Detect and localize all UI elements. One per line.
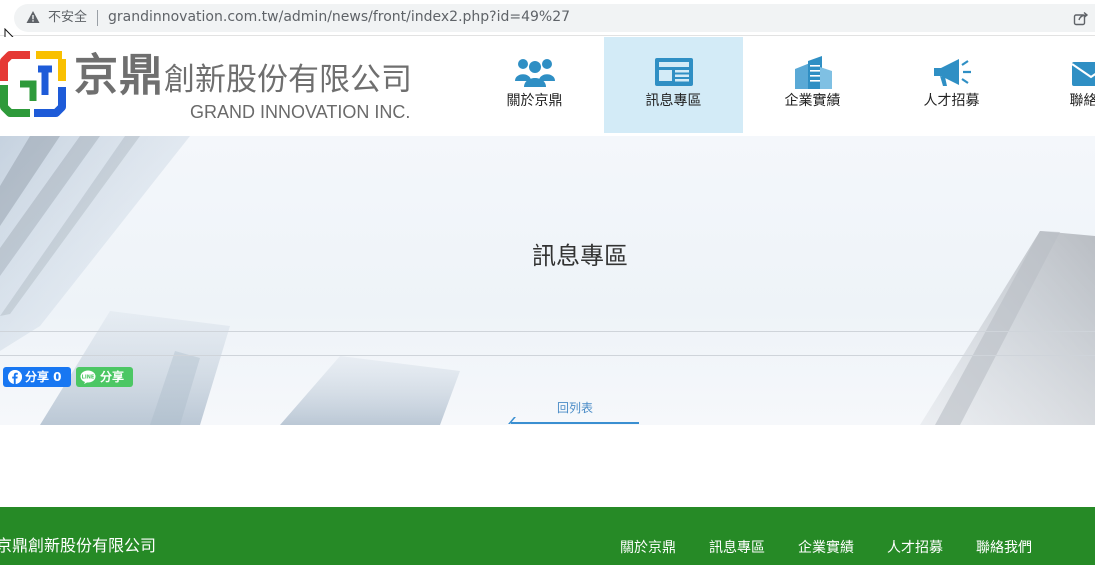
- mail-icon: [1071, 62, 1095, 86]
- company-name-rest: 創新股份有限公司: [164, 62, 412, 98]
- footer-link-news[interactable]: 訊息專區: [709, 539, 765, 557]
- city-background-image: [0, 136, 1095, 425]
- company-name-main: 京鼎: [74, 50, 164, 101]
- line-share-label: 分享: [100, 370, 125, 384]
- svg-text:LINE: LINE: [82, 375, 95, 381]
- share-icon[interactable]: [1073, 10, 1089, 26]
- nav-item-achievements[interactable]: 企業實績: [743, 37, 882, 133]
- facebook-share-button[interactable]: 分享 0: [3, 367, 71, 387]
- nav-label-contact: 聯絡我: [1069, 93, 1095, 109]
- title-divider-bottom: [0, 355, 1095, 356]
- divider: [97, 10, 98, 26]
- gt-logo-mark-icon: [0, 51, 66, 117]
- title-divider-top: [0, 331, 1095, 332]
- footer-link-careers[interactable]: 人才招募: [887, 539, 943, 557]
- url-text[interactable]: grandinnovation.com.tw/admin/news/front/…: [108, 9, 570, 26]
- team-icon: [515, 59, 555, 87]
- nav-label-achievements: 企業實績: [784, 93, 841, 109]
- page-banner: 訊息專區 分享 0 LINE 分享 回列表: [0, 136, 1095, 425]
- site-header: 京鼎創新股份有限公司 GRAND INNOVATION INC. 關於京鼎 訊息…: [0, 37, 1095, 133]
- facebook-share-label: 分享 0: [25, 370, 62, 384]
- buildings-icon: [795, 56, 832, 89]
- company-name-en: GRAND INNOVATION INC.: [190, 102, 411, 122]
- back-to-list-label: 回列表: [556, 401, 593, 415]
- nav-item-careers[interactable]: 人才招募: [882, 37, 1021, 133]
- security-status[interactable]: 不安全: [48, 10, 87, 26]
- footer-link-achievements[interactable]: 企業實績: [798, 539, 854, 557]
- nav-label-news: 訊息專區: [645, 93, 702, 109]
- site-footer: 京鼎創新股份有限公司 關於京鼎 訊息專區 企業實績 人才招募 聯絡我們: [0, 507, 1095, 565]
- facebook-icon: [8, 370, 22, 384]
- line-share-button[interactable]: LINE 分享: [76, 367, 133, 387]
- footer-link-about[interactable]: 關於京鼎: [620, 539, 676, 557]
- warning-icon[interactable]: [26, 10, 40, 24]
- nav-label-careers: 人才招募: [923, 93, 980, 109]
- company-name-cn: 京鼎創新股份有限公司: [74, 49, 412, 107]
- footer-company-name: 京鼎創新股份有限公司: [0, 536, 157, 555]
- megaphone-icon: [934, 59, 971, 86]
- address-bar: 不安全 grandinnovation.com.tw/admin/news/fr…: [0, 0, 1095, 36]
- news-icon: [655, 58, 693, 86]
- page-title: 訊息專區: [532, 242, 628, 270]
- nav-label-about: 關於京鼎: [506, 93, 563, 109]
- company-logo[interactable]: 京鼎創新股份有限公司 GRAND INNOVATION INC.: [0, 47, 420, 123]
- footer-link-contact[interactable]: 聯絡我們: [976, 539, 1032, 557]
- nav-item-contact[interactable]: 聯絡我: [1021, 37, 1095, 133]
- back-to-list-link[interactable]: 回列表: [508, 400, 639, 425]
- line-icon: LINE: [80, 370, 96, 384]
- page-root: 不安全 grandinnovation.com.tw/admin/news/fr…: [0, 0, 1095, 565]
- nav-item-about[interactable]: 關於京鼎: [465, 37, 604, 133]
- back-link-underline: [511, 422, 639, 424]
- nav-item-news[interactable]: 訊息專區: [604, 37, 743, 133]
